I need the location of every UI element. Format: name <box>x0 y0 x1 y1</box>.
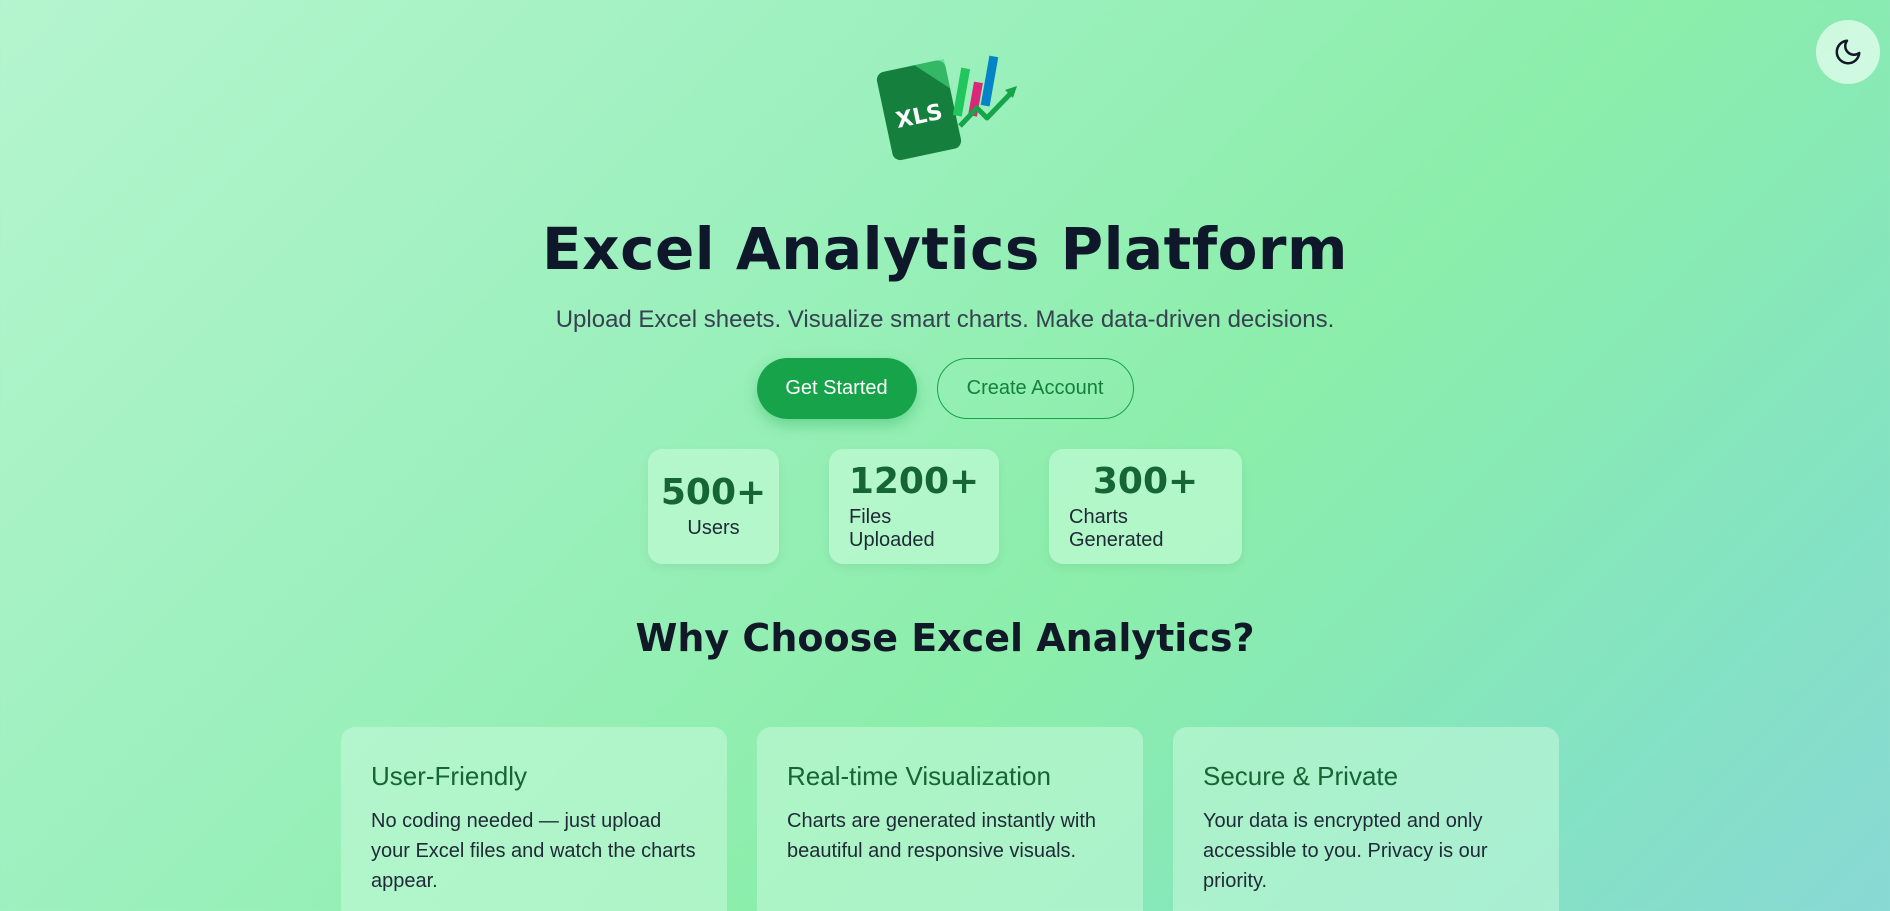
stat-value: 500+ <box>660 472 767 514</box>
stat-card-users: 500+ Users <box>648 448 779 564</box>
feature-card-text: No coding needed — just upload your Exce… <box>371 810 696 892</box>
xls-logo-icon: XLS <box>876 55 1017 161</box>
feature-card-secure: Secure & Private Your data is encrypted … <box>1173 727 1559 911</box>
features-section-title: Why Choose Excel Analytics? <box>635 615 1255 660</box>
get-started-button[interactable]: Get Started <box>756 357 917 419</box>
page-title: Excel Analytics Platform <box>542 215 1348 283</box>
feature-card-text: Your data is encrypted and only accessib… <box>1203 810 1488 892</box>
hero-section: XLS Excel Analytics Platform Upload Exce… <box>0 0 1890 660</box>
stat-value: 1200+ <box>848 460 980 502</box>
stats-row: 500+ Users 1200+ Files Uploaded 300+ Cha… <box>648 448 1242 564</box>
feature-card-realtime: Real-time Visualization Charts are gener… <box>757 727 1143 911</box>
stat-card-files: 1200+ Files Uploaded <box>829 448 999 564</box>
cta-buttons: Get Started Create Account <box>756 357 1134 419</box>
create-account-button[interactable]: Create Account <box>936 357 1134 419</box>
stat-label: Users <box>687 517 740 540</box>
stat-value: 300+ <box>1092 460 1199 502</box>
stat-card-charts: 300+ Charts Generated <box>1049 448 1242 564</box>
feature-card-title: Secure & Private <box>1203 761 1399 791</box>
page-subtitle: Upload Excel sheets. Visualize smart cha… <box>555 305 1335 333</box>
feature-card-text: Charts are generated instantly with beau… <box>787 810 1097 862</box>
features-grid: User-Friendly No coding needed — just up… <box>341 727 1559 911</box>
feature-card-title: User-Friendly <box>371 761 528 791</box>
stat-label: Files Uploaded <box>849 505 935 551</box>
feature-card-title: Real-time Visualization <box>787 761 1051 791</box>
stat-label: Charts Generated <box>1069 505 1164 551</box>
feature-card-user-friendly: User-Friendly No coding needed — just up… <box>341 727 727 911</box>
